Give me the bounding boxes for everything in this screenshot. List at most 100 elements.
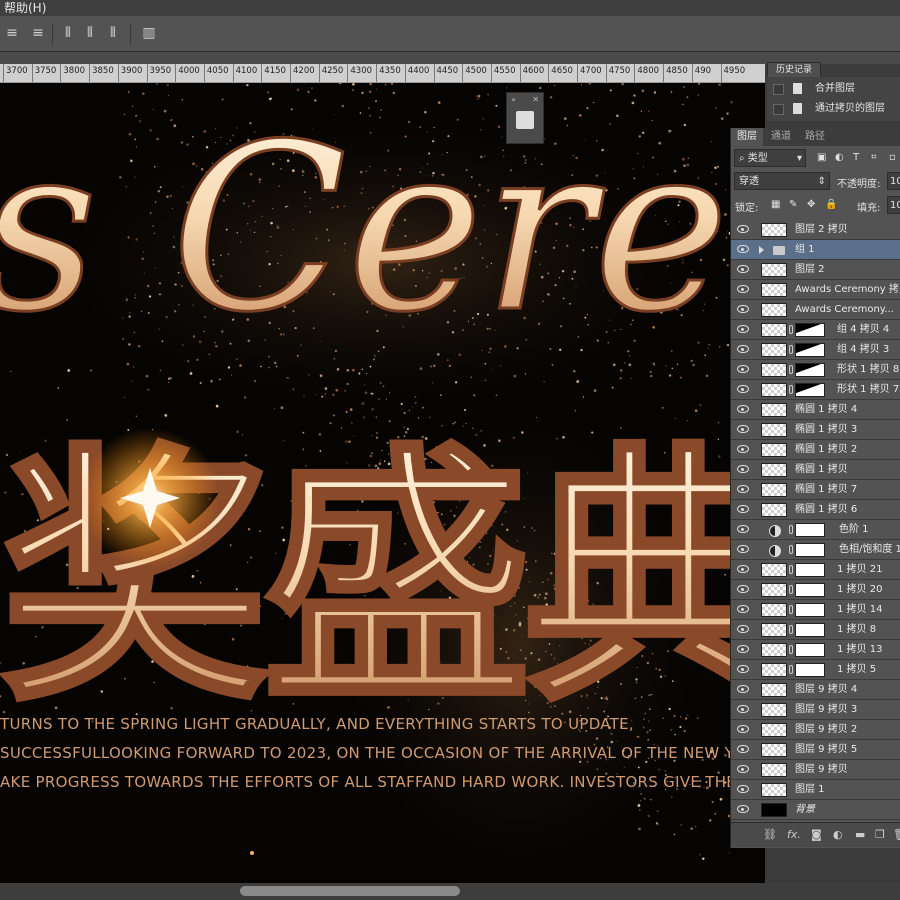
layer-row[interactable]: 形状 1 拷贝 7 [731,380,900,400]
eye-icon[interactable] [737,745,749,753]
layer-row[interactable]: 图层 2 [731,260,900,280]
adjustment-icon[interactable]: ◐ [833,828,843,841]
eye-icon[interactable] [737,385,749,393]
filter-pixel-icon[interactable]: ▣ [817,152,826,163]
eye-icon[interactable] [737,325,749,333]
close-icon[interactable]: ✕ [532,95,539,104]
layer-thumbnail[interactable] [761,223,787,237]
layer-mask-thumbnail[interactable] [795,623,825,637]
distribute-right-icon[interactable]: ⫴ [103,24,123,42]
layer-mask-thumbnail[interactable] [795,563,825,577]
eye-icon[interactable] [737,425,749,433]
layer-thumbnail[interactable] [761,563,787,577]
eye-icon[interactable] [737,305,749,313]
link-icon[interactable] [789,325,793,334]
layer-row[interactable]: 椭圆 1 拷贝 4 [731,400,900,420]
layer-row[interactable]: 1 拷贝 5 [731,660,900,680]
layer-mask-thumbnail[interactable] [795,363,825,377]
layer-row[interactable]: 椭圆 1 拷贝 [731,460,900,480]
link-icon[interactable] [789,585,793,594]
scrollbar-thumb[interactable] [240,886,460,896]
layer-thumbnail[interactable] [761,723,787,737]
blend-mode-select[interactable]: 穿透 ⇕ [734,172,830,190]
layer-row[interactable]: 组 4 拷贝 3 [731,340,900,360]
layer-row[interactable]: 1 拷贝 21 [731,560,900,580]
eye-icon[interactable] [737,405,749,413]
filter-shape-icon[interactable]: ⌗ [871,152,877,163]
layer-thumbnail[interactable] [761,423,787,437]
eye-icon[interactable] [737,525,749,533]
link-icon[interactable] [789,525,793,534]
link-icon[interactable] [789,365,793,374]
layer-row[interactable]: 1 拷贝 14 [731,600,900,620]
link-icon[interactable] [789,345,793,354]
layer-row[interactable]: 组 1 [731,240,900,260]
layer-thumbnail[interactable] [761,483,787,497]
expand-icon[interactable]: » [511,95,516,104]
eye-icon[interactable] [737,585,749,593]
layer-thumbnail[interactable] [761,443,787,457]
eye-icon[interactable] [737,645,749,653]
layer-thumbnail[interactable] [761,263,787,277]
filter-kind-select[interactable]: ⌕ 类型 ▾ [734,149,806,167]
eye-icon[interactable] [737,505,749,513]
eye-icon[interactable] [737,225,749,233]
menu-help[interactable]: 帮助(H) [4,1,46,15]
link-icon[interactable] [789,665,793,674]
filter-adjustment-icon[interactable]: ◐ [835,152,844,163]
eye-icon[interactable] [737,545,749,553]
trash-icon[interactable]: 🗑 [893,828,900,841]
layer-row[interactable]: 色相/饱和度 1 [731,540,900,560]
layer-thumbnail[interactable] [761,603,787,617]
layer-row[interactable]: 图层 9 拷贝 [731,760,900,780]
eye-icon[interactable] [737,605,749,613]
layer-row[interactable]: 图层 2 拷贝 [731,220,900,240]
layer-mask-thumbnail[interactable] [795,383,825,397]
layer-thumbnail[interactable] [761,403,787,417]
layer-row[interactable]: 背景 [731,800,900,820]
fx-icon[interactable]: fx. [787,828,801,841]
eye-icon[interactable] [737,565,749,573]
eye-icon[interactable] [737,445,749,453]
link-icon[interactable] [789,545,793,554]
layer-mask-thumbnail[interactable] [795,603,825,617]
layer-thumbnail[interactable] [761,283,787,297]
layer-row[interactable]: 图层 1 [731,780,900,800]
link-icon[interactable] [789,625,793,634]
layer-mask-thumbnail[interactable] [795,323,825,337]
layer-mask-thumbnail[interactable] [795,523,825,537]
layer-row[interactable]: 图层 9 拷贝 3 [731,700,900,720]
layer-row[interactable]: 1 拷贝 20 [731,580,900,600]
layer-row[interactable]: Awards Ceremony... [731,300,900,320]
layer-row[interactable]: 图层 9 拷贝 5 [731,740,900,760]
snapshot-checkbox[interactable] [773,104,784,115]
layer-row[interactable]: 图层 9 拷贝 4 [731,680,900,700]
eye-icon[interactable] [737,345,749,353]
layer-row[interactable]: 形状 1 拷贝 8 [731,360,900,380]
lock-transparent-icon[interactable]: ▦ [771,199,780,210]
layer-thumbnail[interactable] [761,363,787,377]
layer-thumbnail[interactable] [761,623,787,637]
link-icon[interactable] [789,605,793,614]
expand-arrow-icon[interactable] [759,246,764,254]
eye-icon[interactable] [737,285,749,293]
layer-row[interactable]: 1 拷贝 13 [731,640,900,660]
layer-row[interactable]: 椭圆 1 拷贝 6 [731,500,900,520]
layer-thumbnail[interactable] [761,763,787,777]
horizontal-scrollbar[interactable] [0,883,900,900]
link-icon[interactable] [789,645,793,654]
layer-mask-thumbnail[interactable] [795,583,825,597]
align-center-h-icon[interactable]: ≡ [2,24,22,42]
layer-row[interactable]: 色阶 1 [731,520,900,540]
eye-icon[interactable] [737,485,749,493]
eye-icon[interactable] [737,685,749,693]
mask-icon[interactable]: ◙ [811,828,822,841]
layer-mask-thumbnail[interactable] [795,543,825,557]
layer-thumbnail[interactable] [761,783,787,797]
distribute-left-icon[interactable]: ⫴ [58,24,78,42]
tab-layers[interactable]: 图层 [731,128,763,146]
layer-thumbnail[interactable] [761,663,787,677]
lock-all-icon[interactable]: 🔒 [825,199,837,210]
auto-align-icon[interactable]: ▥ [139,24,159,42]
layer-thumbnail[interactable] [761,803,787,817]
